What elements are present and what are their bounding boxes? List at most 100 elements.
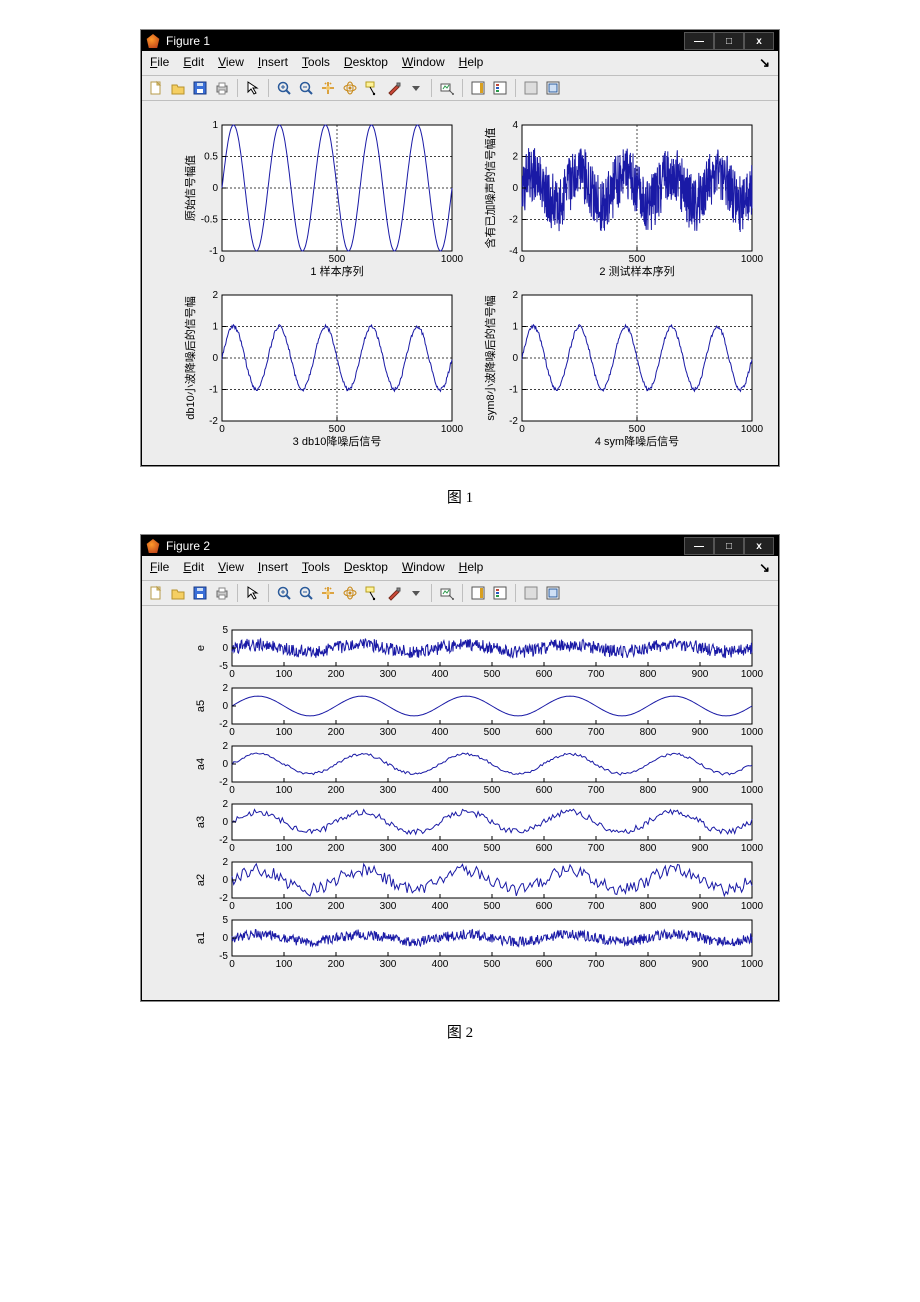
close-button[interactable]: x: [744, 537, 774, 555]
svg-text:600: 600: [536, 959, 553, 970]
svg-text:700: 700: [588, 843, 605, 854]
save-icon[interactable]: [190, 583, 210, 603]
new-file-icon[interactable]: [146, 78, 166, 98]
svg-text:100: 100: [276, 669, 293, 680]
menu-window[interactable]: Window: [402, 55, 445, 71]
menu-view[interactable]: View: [218, 560, 244, 576]
menu-window[interactable]: Window: [402, 560, 445, 576]
open-file-icon[interactable]: [168, 583, 188, 603]
svg-text:1000: 1000: [441, 424, 464, 435]
svg-text:500: 500: [484, 901, 501, 912]
svg-text:含有已加噪声的信号幅值: 含有已加噪声的信号幅值: [483, 128, 497, 249]
svg-text:0: 0: [519, 254, 525, 265]
maximize-button[interactable]: □: [714, 537, 744, 555]
dock-toggle-icon[interactable]: ↘: [759, 55, 770, 71]
svg-text:300: 300: [380, 785, 397, 796]
svg-text:1000: 1000: [741, 254, 764, 265]
svg-text:500: 500: [484, 669, 501, 680]
datacursor-icon[interactable]: [362, 583, 382, 603]
svg-text:700: 700: [588, 727, 605, 738]
maximize-button[interactable]: □: [714, 32, 744, 50]
menu-tools[interactable]: Tools: [302, 55, 330, 71]
minimize-button[interactable]: —: [684, 32, 714, 50]
svg-text:-0.5: -0.5: [201, 215, 219, 226]
svg-text:300: 300: [380, 669, 397, 680]
svg-text:a2: a2: [195, 874, 207, 886]
pan-icon[interactable]: [318, 583, 338, 603]
svg-text:600: 600: [536, 727, 553, 738]
dropdown-arrow-icon[interactable]: [406, 583, 426, 603]
menu-edit[interactable]: Edit: [183, 55, 204, 71]
dropdown-arrow-icon[interactable]: [406, 78, 426, 98]
legend-icon[interactable]: [490, 78, 510, 98]
colorbar-icon[interactable]: [468, 583, 488, 603]
menu-desktop[interactable]: Desktop: [344, 560, 388, 576]
menu-help[interactable]: Help: [459, 560, 484, 576]
show-plot-icon[interactable]: [543, 78, 563, 98]
rotate3d-icon[interactable]: [340, 583, 360, 603]
svg-text:0: 0: [222, 701, 228, 712]
svg-text:0: 0: [219, 254, 225, 265]
hide-plot-icon[interactable]: [521, 78, 541, 98]
zoom-out-icon[interactable]: [296, 583, 316, 603]
link-data-icon[interactable]: [437, 78, 457, 98]
svg-text:1 样本序列: 1 样本序列: [310, 264, 363, 278]
close-button[interactable]: x: [744, 32, 774, 50]
menu-edit[interactable]: Edit: [183, 560, 204, 576]
link-data-icon[interactable]: [437, 583, 457, 603]
print-icon[interactable]: [212, 78, 232, 98]
menu-tools[interactable]: Tools: [302, 560, 330, 576]
menu-file[interactable]: File: [150, 560, 169, 576]
matlab-logo-icon: [146, 34, 160, 48]
print-icon[interactable]: [212, 583, 232, 603]
menu-file[interactable]: File: [150, 55, 169, 71]
save-icon[interactable]: [190, 78, 210, 98]
titlebar[interactable]: Figure 1 — □ x: [142, 31, 778, 51]
svg-text:0: 0: [222, 817, 228, 828]
svg-text:a3: a3: [195, 816, 207, 828]
svg-text:700: 700: [588, 785, 605, 796]
titlebar[interactable]: Figure 2 — □ x: [142, 536, 778, 556]
rotate3d-icon[interactable]: [340, 78, 360, 98]
svg-text:-1: -1: [509, 385, 518, 396]
zoom-out-icon[interactable]: [296, 78, 316, 98]
legend-icon[interactable]: [490, 583, 510, 603]
menu-desktop[interactable]: Desktop: [344, 55, 388, 71]
svg-text:600: 600: [536, 901, 553, 912]
dock-toggle-icon[interactable]: ↘: [759, 560, 770, 576]
brush-icon[interactable]: [384, 583, 404, 603]
show-plot-icon[interactable]: [543, 583, 563, 603]
svg-text:原始信号幅值: 原始信号幅值: [183, 155, 197, 221]
zoom-in-icon[interactable]: [274, 78, 294, 98]
svg-text:800: 800: [640, 785, 657, 796]
datacursor-icon[interactable]: [362, 78, 382, 98]
menu-insert[interactable]: Insert: [258, 560, 288, 576]
svg-text:1000: 1000: [741, 785, 764, 796]
edit-arrow-icon[interactable]: [243, 583, 263, 603]
svg-text:300: 300: [380, 959, 397, 970]
svg-text:300: 300: [380, 901, 397, 912]
svg-text:900: 900: [692, 901, 709, 912]
svg-text:700: 700: [588, 669, 605, 680]
open-file-icon[interactable]: [168, 78, 188, 98]
pan-icon[interactable]: [318, 78, 338, 98]
menu-view[interactable]: View: [218, 55, 244, 71]
caption-1: 图 1: [30, 486, 890, 507]
svg-text:900: 900: [692, 669, 709, 680]
new-file-icon[interactable]: [146, 583, 166, 603]
svg-text:0: 0: [229, 669, 235, 680]
menu-help[interactable]: Help: [459, 55, 484, 71]
colorbar-icon[interactable]: [468, 78, 488, 98]
zoom-in-icon[interactable]: [274, 583, 294, 603]
window-title: Figure 2: [166, 539, 210, 553]
svg-text:a4: a4: [195, 758, 207, 770]
edit-arrow-icon[interactable]: [243, 78, 263, 98]
hide-plot-icon[interactable]: [521, 583, 541, 603]
svg-text:0: 0: [512, 353, 518, 364]
brush-icon[interactable]: [384, 78, 404, 98]
figure1-charts: 05001000-1-0.500.511 样本序列原始信号幅值05001000-…: [152, 115, 768, 455]
menu-insert[interactable]: Insert: [258, 55, 288, 71]
minimize-button[interactable]: —: [684, 537, 714, 555]
svg-text:-2: -2: [509, 215, 518, 226]
svg-text:-1: -1: [209, 385, 218, 396]
